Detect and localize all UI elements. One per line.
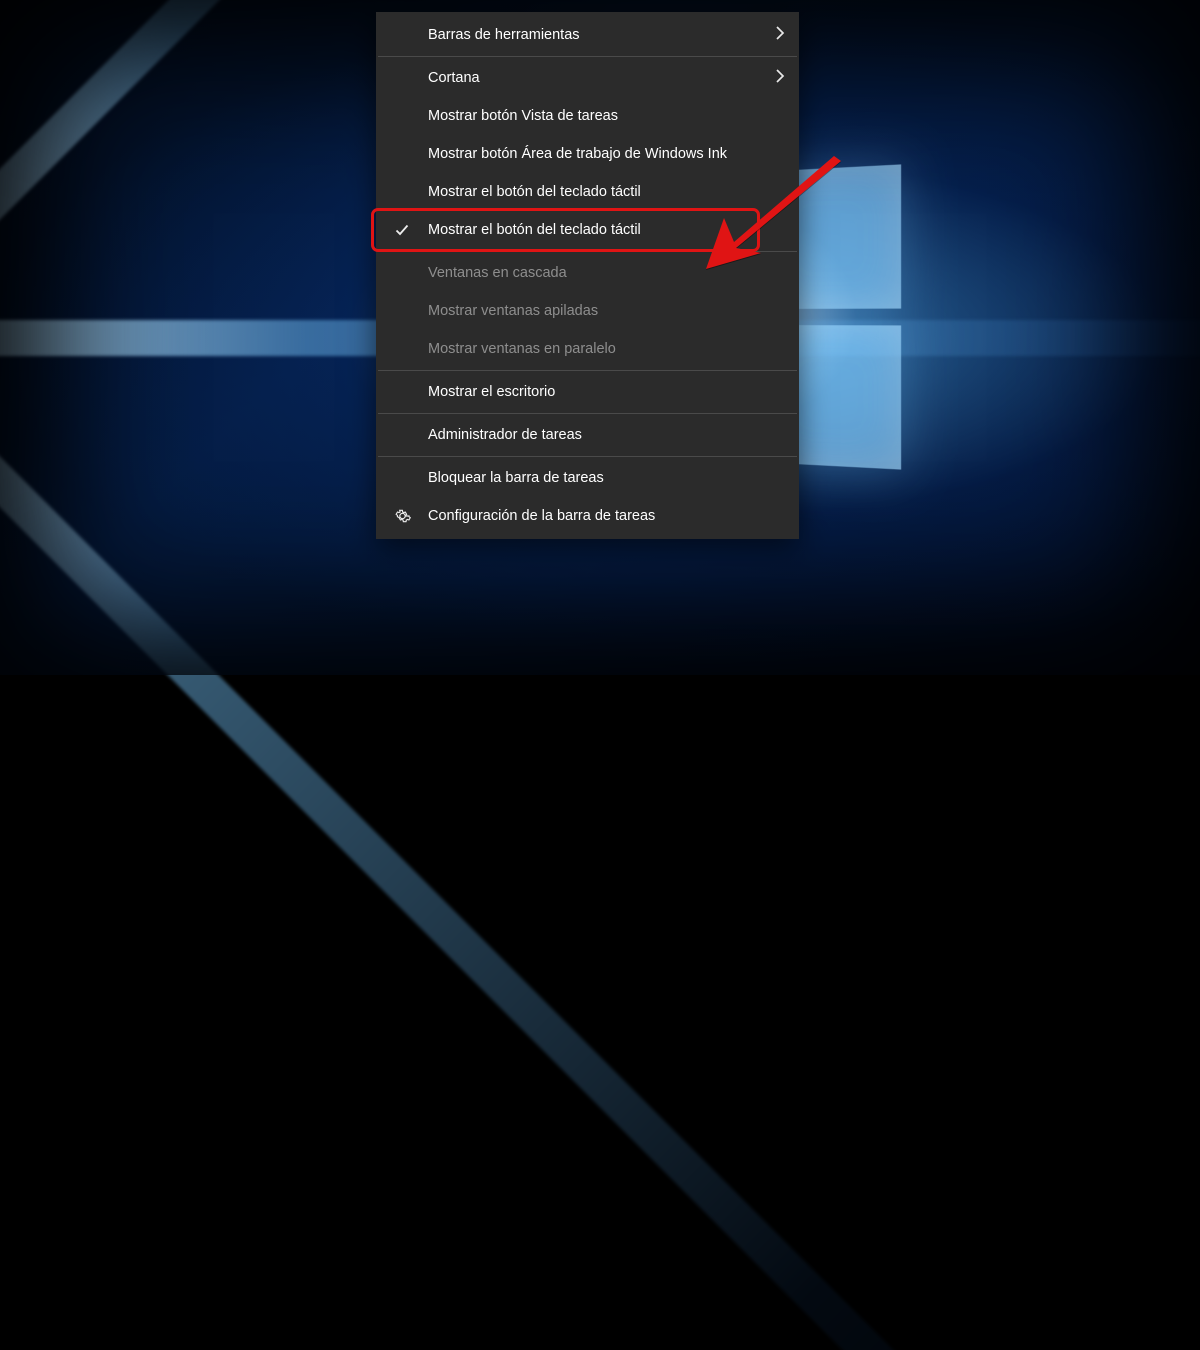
chevron-right-icon xyxy=(775,25,785,45)
menu-item-show-touch-keyboard-button[interactable]: Mostrar el botón del teclado táctil xyxy=(376,173,799,211)
gear-icon xyxy=(394,508,411,525)
menu-item-label: Mostrar botón Área de trabajo de Windows… xyxy=(428,146,727,162)
menu-item-label: Barras de herramientas xyxy=(428,27,580,43)
menu-item-task-manager[interactable]: Administrador de tareas xyxy=(376,416,799,454)
menu-item-cascade-windows: Ventanas en cascada xyxy=(376,254,799,292)
menu-separator xyxy=(378,456,797,457)
menu-item-cortana[interactable]: Cortana xyxy=(376,59,799,97)
menu-item-show-desktop[interactable]: Mostrar el escritorio xyxy=(376,373,799,411)
menu-item-show-touch-keyboard-button-checked[interactable]: Mostrar el botón del teclado táctil xyxy=(376,211,799,249)
menu-item-label: Mostrar ventanas en paralelo xyxy=(428,341,616,357)
menu-item-label: Mostrar ventanas apiladas xyxy=(428,303,598,319)
menu-item-taskbar-settings[interactable]: Configuración de la barra de tareas xyxy=(376,497,799,535)
menu-separator xyxy=(378,251,797,252)
menu-item-label: Cortana xyxy=(428,70,480,86)
menu-separator xyxy=(378,56,797,57)
menu-item-show-windows-side-by-side: Mostrar ventanas en paralelo xyxy=(376,330,799,368)
menu-item-label: Mostrar botón Vista de tareas xyxy=(428,108,618,124)
menu-separator xyxy=(378,370,797,371)
menu-item-label: Mostrar el escritorio xyxy=(428,384,555,400)
checkmark-icon xyxy=(394,222,410,238)
menu-item-label: Ventanas en cascada xyxy=(428,265,567,281)
menu-item-label: Mostrar el botón del teclado táctil xyxy=(428,222,641,238)
menu-item-toolbars[interactable]: Barras de herramientas xyxy=(376,16,799,54)
menu-item-show-windows-ink-workspace-button[interactable]: Mostrar botón Área de trabajo de Windows… xyxy=(376,135,799,173)
chevron-right-icon xyxy=(775,68,785,88)
taskbar-context-menu: Barras de herramientas Cortana Mostrar b… xyxy=(376,12,799,539)
menu-item-label: Administrador de tareas xyxy=(428,427,582,443)
menu-item-label: Mostrar el botón del teclado táctil xyxy=(428,184,641,200)
menu-separator xyxy=(378,413,797,414)
menu-item-show-windows-stacked: Mostrar ventanas apiladas xyxy=(376,292,799,330)
menu-item-label: Bloquear la barra de tareas xyxy=(428,470,604,486)
menu-item-label: Configuración de la barra de tareas xyxy=(428,508,655,524)
menu-item-lock-taskbar[interactable]: Bloquear la barra de tareas xyxy=(376,459,799,497)
menu-item-show-task-view-button[interactable]: Mostrar botón Vista de tareas xyxy=(376,97,799,135)
